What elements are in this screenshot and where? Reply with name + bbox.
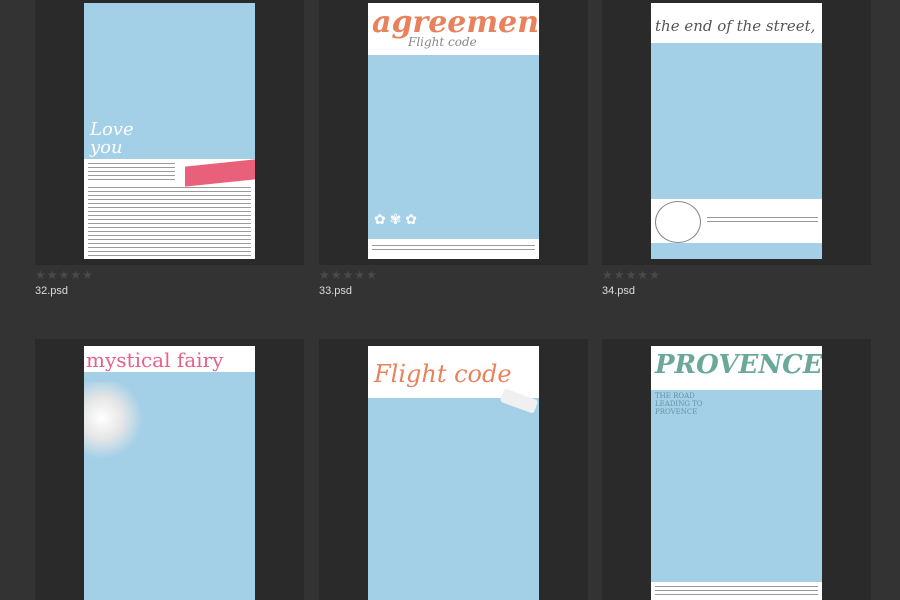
thumbnail-subtitle: THE ROAD LEADING TO PROVENCE	[655, 392, 703, 416]
file-name[interactable]: 33.psd	[319, 285, 352, 297]
thumbnail-35[interactable]: mystical fairy	[84, 346, 255, 600]
thumbnail-subtitle: Flight code	[408, 35, 477, 49]
star-icon[interactable]: ★	[637, 269, 648, 281]
flower-decoration: ✿ ✾ ✿	[374, 211, 417, 227]
file-grid: Love you agreement Flight code ✿ ✾ ✿ the…	[0, 0, 900, 600]
stamp-icon	[655, 201, 701, 243]
thumbnail-37[interactable]: PROVENCE THE ROAD LEADING TO PROVENCE	[651, 346, 822, 600]
star-icon[interactable]: ★	[366, 269, 377, 281]
file-card-37[interactable]: PROVENCE THE ROAD LEADING TO PROVENCE	[602, 339, 871, 600]
file-card-34[interactable]: the end of the street,	[602, 0, 871, 265]
file-card-36[interactable]: Flight code	[319, 339, 588, 600]
file-card-33[interactable]: agreement Flight code ✿ ✾ ✿	[319, 0, 588, 265]
rating-stars[interactable]: ★ ★ ★ ★ ★	[602, 269, 660, 281]
file-name[interactable]: 34.psd	[602, 285, 635, 297]
star-icon[interactable]: ★	[331, 269, 342, 281]
file-card-32[interactable]: Love you	[35, 0, 304, 265]
rating-stars[interactable]: ★ ★ ★ ★ ★	[319, 269, 377, 281]
star-icon[interactable]: ★	[614, 269, 625, 281]
star-icon[interactable]: ★	[343, 269, 354, 281]
star-icon[interactable]: ★	[626, 269, 637, 281]
thumbnail-title: Flight code	[374, 360, 512, 388]
thumbnail-32[interactable]: Love you	[84, 3, 255, 259]
pink-ribbon	[185, 159, 255, 187]
thumbnail-36[interactable]: Flight code	[368, 346, 539, 600]
star-icon[interactable]: ★	[354, 269, 365, 281]
file-card-35[interactable]: mystical fairy	[35, 339, 304, 600]
star-icon[interactable]: ★	[649, 269, 660, 281]
footer-band	[368, 239, 539, 259]
thumbnail-title: Love you	[90, 119, 134, 158]
star-icon[interactable]: ★	[602, 269, 613, 281]
star-icon[interactable]: ★	[70, 269, 81, 281]
thumbnail-33[interactable]: agreement Flight code ✿ ✾ ✿	[368, 3, 539, 259]
star-icon[interactable]: ★	[47, 269, 58, 281]
text-panel	[84, 159, 255, 259]
rating-stars[interactable]: ★ ★ ★ ★ ★	[35, 269, 93, 281]
star-icon[interactable]: ★	[35, 269, 46, 281]
star-icon[interactable]: ★	[319, 269, 330, 281]
thumbnail-title: mystical fairy	[86, 348, 224, 372]
thumbnail-34[interactable]: the end of the street,	[651, 3, 822, 259]
thumbnail-title: PROVENCE	[655, 350, 822, 380]
star-icon[interactable]: ★	[59, 269, 70, 281]
footer-band	[651, 582, 822, 600]
flower-decoration	[84, 382, 144, 472]
file-name[interactable]: 32.psd	[35, 285, 68, 297]
star-icon[interactable]: ★	[82, 269, 93, 281]
thumbnail-title: the end of the street,	[655, 17, 816, 35]
footer-band	[651, 199, 822, 243]
